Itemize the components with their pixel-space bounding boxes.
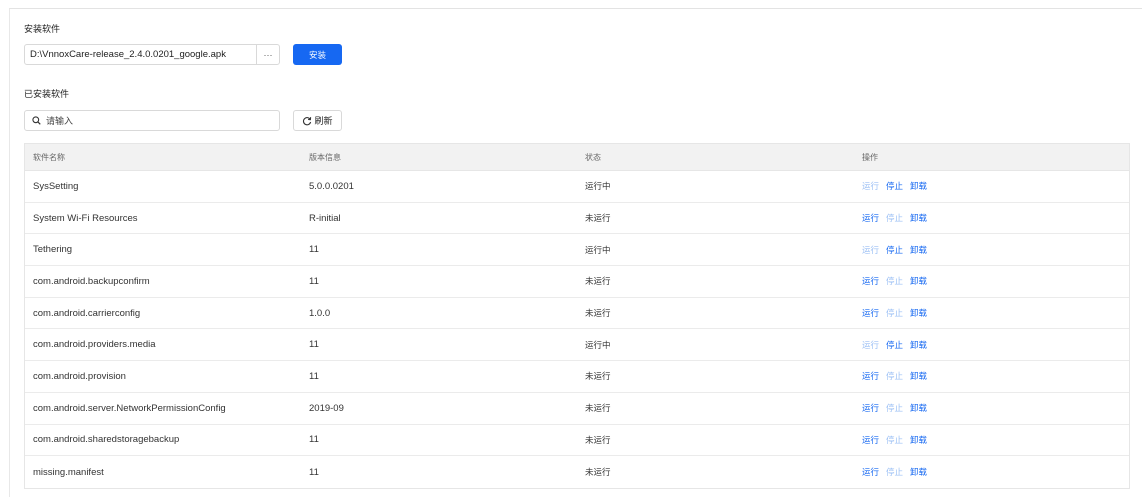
table-row: Tethering 11 运行中 运行 停止 卸载 (25, 234, 1129, 267)
table-body: SysSetting 5.0.0.0201 运行中 运行 停止 卸载 System Wi-F… (25, 171, 1129, 488)
search-icon (32, 116, 41, 125)
app-actions: 运行 停止 卸载 (862, 212, 1129, 224)
apk-file-path: D:\VnnoxCare-release_2.4.0.0201_google.a… (30, 49, 226, 60)
run-link[interactable]: 运行 (862, 307, 879, 319)
table-row: System Wi-Fi Resources R-initial 未运行 运行 停止 卸载 (25, 203, 1129, 235)
app-version: 11 (309, 370, 319, 382)
stop-link[interactable]: 停止 (886, 212, 903, 224)
run-link[interactable]: 运行 (862, 244, 879, 256)
col-header-actions: 操作 (862, 152, 878, 162)
app-name: com.android.carrierconfig (33, 307, 141, 319)
uninstall-link[interactable]: 卸载 (910, 275, 927, 287)
app-status: 未运行 (585, 434, 611, 445)
app-version: 11 (309, 339, 319, 351)
app-actions: 运行 停止 卸载 (862, 434, 1129, 446)
browse-button[interactable]: ··· (256, 45, 279, 64)
stop-link[interactable]: 停止 (886, 180, 903, 192)
col-header-status: 状态 (585, 152, 601, 162)
search-input[interactable]: 请输入 (24, 110, 280, 131)
app-name: com.android.provision (33, 370, 126, 382)
app-actions: 运行 停止 卸载 (862, 275, 1129, 287)
uninstall-link[interactable]: 卸载 (910, 180, 927, 192)
uninstall-link[interactable]: 卸载 (910, 339, 927, 351)
stop-link[interactable]: 停止 (886, 275, 903, 287)
run-link[interactable]: 运行 (862, 370, 879, 382)
uninstall-link[interactable]: 卸载 (910, 244, 927, 256)
app-status: 未运行 (585, 308, 611, 319)
app-actions: 运行 停止 卸载 (862, 307, 1129, 319)
app-name: SysSetting (33, 180, 79, 192)
app-status: 未运行 (585, 403, 611, 414)
table-row: SysSetting 5.0.0.0201 运行中 运行 停止 卸载 (25, 171, 1129, 203)
stop-link[interactable]: 停止 (886, 244, 903, 256)
refresh-button[interactable]: 刷新 (293, 110, 342, 131)
app-version: 11 (309, 275, 319, 287)
run-link[interactable]: 运行 (862, 180, 879, 192)
run-link[interactable]: 运行 (862, 466, 879, 478)
table-row: com.android.providers.media 11 运行中 运行 停止 卸载 (25, 329, 1129, 362)
app-status: 未运行 (585, 213, 611, 224)
app-version: 11 (309, 244, 319, 256)
app-version: 11 (309, 434, 319, 446)
refresh-label: 刷新 (314, 116, 333, 126)
app-version: 5.0.0.0201 (309, 180, 354, 192)
table-row: com.android.sharedstoragebackup 11 未运行 运行 停止… (25, 425, 1129, 457)
app-name: missing.manifest (33, 466, 104, 478)
app-status: 运行中 (585, 244, 611, 255)
search-placeholder: 请输入 (46, 116, 74, 126)
table-header: 软件名称 版本信息 状态 操作 (25, 144, 1129, 171)
uninstall-link[interactable]: 卸载 (910, 370, 927, 382)
apk-file-input[interactable]: D:\VnnoxCare-release_2.4.0.0201_google.a… (24, 44, 280, 65)
table-row: missing.manifest 11 未运行 运行 停止 卸载 (25, 456, 1129, 488)
run-link[interactable]: 运行 (862, 339, 879, 351)
uninstall-link[interactable]: 卸载 (910, 212, 927, 224)
table-row: com.android.backupconfirm 11 未运行 运行 停止 卸载 (25, 266, 1129, 298)
app-actions: 运行 停止 卸载 (862, 180, 1129, 192)
table-row: com.android.server.NetworkPermissionConf… (25, 393, 1129, 425)
run-link[interactable]: 运行 (862, 402, 879, 414)
stop-link[interactable]: 停止 (886, 307, 903, 319)
install-section-title: 安装软件 (24, 24, 61, 34)
uninstall-link[interactable]: 卸载 (910, 402, 927, 414)
app-version: 11 (309, 466, 319, 478)
app-name: Tethering (33, 244, 73, 256)
installed-section-title: 已安装软件 (24, 89, 70, 99)
app-name: com.android.backupconfirm (33, 275, 150, 287)
stop-link[interactable]: 停止 (886, 466, 903, 478)
refresh-icon (302, 116, 312, 126)
uninstall-link[interactable]: 卸载 (910, 434, 927, 446)
app-actions: 运行 停止 卸载 (862, 466, 1129, 478)
stop-link[interactable]: 停止 (886, 339, 903, 351)
uninstall-link[interactable]: 卸载 (910, 466, 927, 478)
table-row: com.android.provision 11 未运行 运行 停止 卸载 (25, 361, 1129, 393)
app-status: 未运行 (585, 276, 611, 287)
col-header-version: 版本信息 (309, 152, 341, 162)
app-actions: 运行 停止 卸载 (862, 370, 1129, 382)
col-header-name: 软件名称 (33, 152, 65, 162)
app-version: 2019-09 (309, 402, 344, 414)
stop-link[interactable]: 停止 (886, 402, 903, 414)
run-link[interactable]: 运行 (862, 434, 879, 446)
app-status: 未运行 (585, 467, 611, 478)
app-version: 1.0.0 (309, 307, 331, 319)
app-status: 未运行 (585, 371, 611, 382)
app-name: System Wi-Fi Resources (33, 212, 138, 224)
app-version: R-initial (309, 212, 341, 224)
run-link[interactable]: 运行 (862, 275, 879, 287)
app-actions: 运行 停止 卸载 (862, 339, 1129, 351)
app-name: com.android.sharedstoragebackup (33, 434, 180, 446)
stop-link[interactable]: 停止 (886, 434, 903, 446)
app-status: 运行中 (585, 181, 611, 192)
stop-link[interactable]: 停止 (886, 370, 903, 382)
app-actions: 运行 停止 卸载 (862, 402, 1129, 414)
table-row: com.android.carrierconfig 1.0.0 未运行 运行 停止 卸载 (25, 298, 1129, 330)
installed-apps-table: 软件名称 版本信息 状态 操作 SysSetting 5.0.0.0201 运行中运… (24, 143, 1130, 489)
app-name: com.android.server.NetworkPermissionConf… (33, 402, 226, 414)
uninstall-link[interactable]: 卸载 (910, 307, 927, 319)
app-actions: 运行 停止 卸载 (862, 244, 1129, 256)
app-name: com.android.providers.media (33, 339, 156, 351)
install-button[interactable]: 安装 (293, 44, 342, 65)
app-status: 运行中 (585, 339, 611, 350)
run-link[interactable]: 运行 (862, 212, 879, 224)
